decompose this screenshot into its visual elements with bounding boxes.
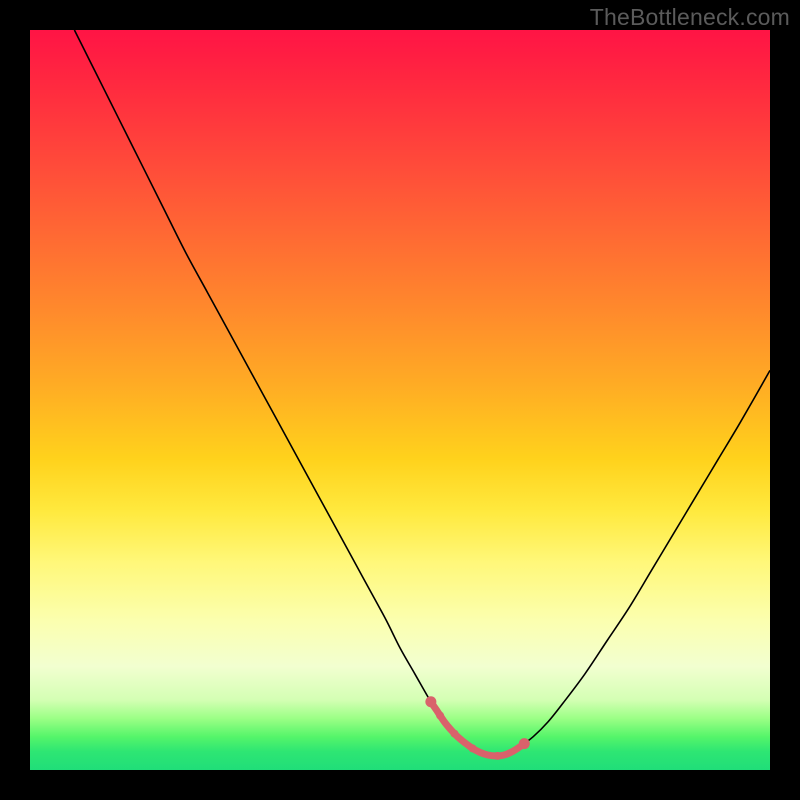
watermark-text: TheBottleneck.com: [590, 4, 790, 31]
plot-area: [30, 30, 770, 770]
highlight-dot: [451, 730, 459, 738]
highlight-dot: [519, 738, 530, 749]
highlight-dot: [425, 696, 436, 707]
highlight-dot: [494, 752, 502, 760]
bottleneck-curve: [74, 30, 770, 756]
highlight-line: [431, 702, 524, 756]
highlight-dot: [469, 744, 477, 752]
highlight-dot: [436, 712, 444, 720]
chart-frame: TheBottleneck.com: [0, 0, 800, 800]
curve-layer: [30, 30, 770, 770]
highlight-segment: [425, 696, 529, 760]
